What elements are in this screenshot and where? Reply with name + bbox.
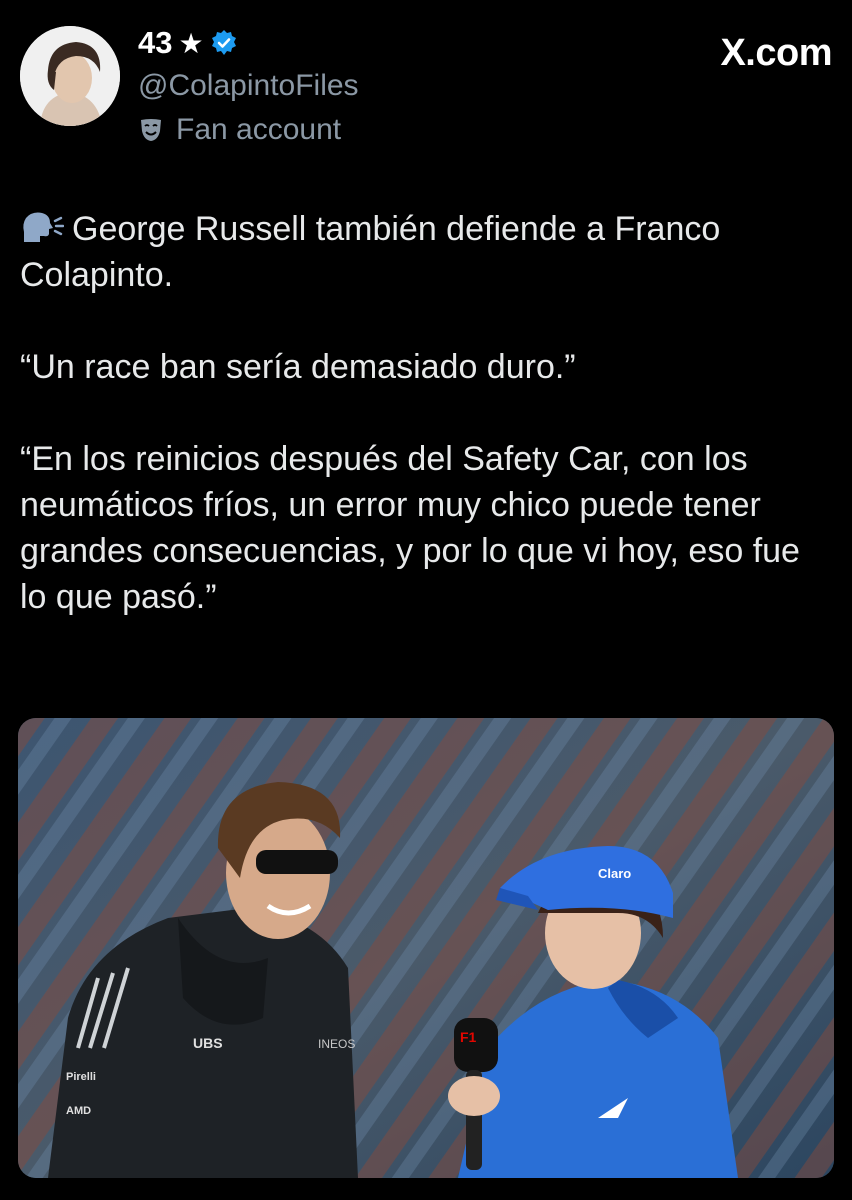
- account-label-text: Fan account: [176, 113, 342, 146]
- svg-text:Pirelli: Pirelli: [66, 1071, 96, 1083]
- svg-text:Claro: Claro: [598, 866, 631, 881]
- avatar[interactable]: [20, 26, 120, 126]
- handle[interactable]: @ColapintoFiles: [138, 66, 658, 106]
- tweet-line-1-text: George Russell también defiende a Franco…: [20, 210, 721, 294]
- display-name[interactable]: 43: [138, 25, 172, 61]
- verified-badge-icon: [210, 29, 238, 57]
- site-watermark: X.com: [720, 32, 832, 74]
- tweet-text: George Russell también defiende a Franco…: [20, 206, 832, 620]
- tweet-quote-2: “En los reinicios después del Safety Car…: [20, 440, 800, 616]
- svg-text:INEOS: INEOS: [318, 1037, 355, 1051]
- star-icon: ★: [178, 27, 204, 59]
- tweet-header: 43 ★ @ColapintoFiles Fan account X.com: [20, 25, 832, 146]
- speaking-head-icon: [20, 210, 65, 244]
- tweet-quote-1: “Un race ban sería demasiado duro.”: [20, 348, 576, 386]
- account-label: Fan account: [138, 110, 658, 150]
- tweet-line-1: George Russell también defiende a Franco…: [20, 206, 832, 298]
- theater-mask-icon: [138, 117, 164, 143]
- svg-text:AMD: AMD: [66, 1105, 91, 1117]
- tweet-photo[interactable]: UBS INEOS Pirelli AMD Claro F1: [18, 718, 834, 1178]
- svg-text:UBS: UBS: [193, 1035, 223, 1051]
- display-name-row: 43 ★: [138, 25, 658, 61]
- account-meta: 43 ★ @ColapintoFiles Fan account: [138, 25, 658, 150]
- svg-text:F1: F1: [460, 1029, 477, 1045]
